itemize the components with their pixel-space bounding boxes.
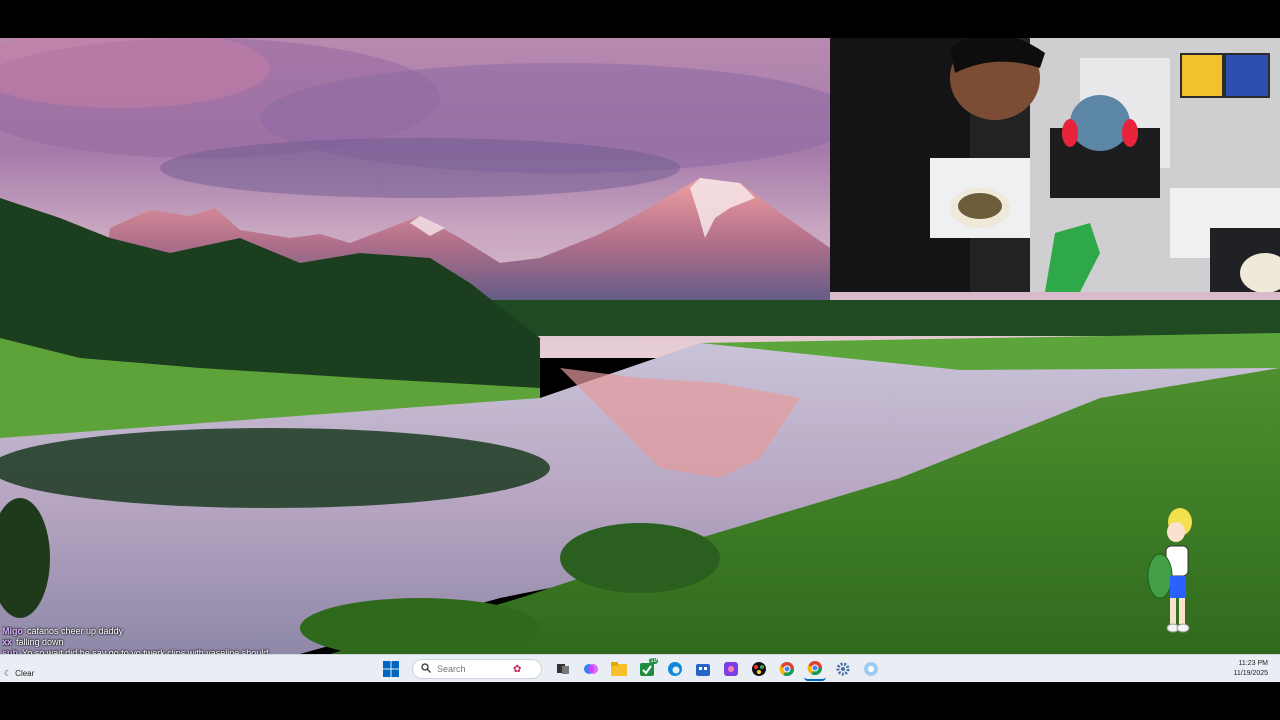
chat-text: falling down bbox=[16, 637, 64, 647]
chat-message: Migo cafanos cheer up daddy bbox=[2, 626, 422, 637]
game-icon[interactable] bbox=[748, 658, 770, 680]
letterbox-bottom bbox=[0, 682, 1280, 720]
weather-widget[interactable]: ☾ Clear bbox=[4, 669, 34, 678]
chrome-icon[interactable] bbox=[776, 658, 798, 680]
search-input[interactable] bbox=[437, 664, 507, 674]
desktop-mascot-sticker bbox=[1146, 506, 1196, 634]
taskbar-pinned-apps: ✿ 19 bbox=[380, 655, 882, 683]
calendar-badge-count: 19 bbox=[649, 658, 658, 664]
clock-time: 11:23 PM bbox=[1238, 660, 1268, 667]
calendar-badge-icon[interactable]: 19 bbox=[636, 658, 658, 680]
webcam-overlay bbox=[830, 38, 1280, 292]
chat-username: xx bbox=[2, 637, 13, 647]
weather-label: Clear bbox=[15, 669, 35, 678]
widgets-icon: ✿ bbox=[513, 663, 522, 675]
windows-taskbar: ☾ Clear ✿ 19 bbox=[0, 654, 1280, 682]
photos-icon[interactable] bbox=[720, 658, 742, 680]
search-icon bbox=[421, 663, 431, 675]
chrome-alt-icon[interactable] bbox=[804, 657, 826, 681]
webcam-scene bbox=[830, 38, 1280, 292]
system-clock[interactable]: 11:23 PM 11/19/2025 bbox=[1233, 659, 1268, 679]
chat-message: xx falling down bbox=[2, 637, 422, 648]
moon-icon: ☾ bbox=[4, 669, 12, 678]
task-view-icon[interactable] bbox=[552, 658, 574, 680]
chat-text: cafanos cheer up daddy bbox=[27, 626, 124, 636]
clock-date: 11/19/2025 bbox=[1233, 670, 1268, 677]
copilot-icon[interactable] bbox=[580, 658, 602, 680]
letterbox-top bbox=[0, 0, 1280, 38]
taskbar-search-box[interactable]: ✿ bbox=[412, 659, 542, 679]
edge-icon[interactable] bbox=[664, 658, 686, 680]
file-explorer-icon[interactable] bbox=[608, 658, 630, 680]
browser-icon[interactable] bbox=[860, 658, 882, 680]
windows-start-icon[interactable] bbox=[380, 658, 402, 680]
settings-gear-icon[interactable] bbox=[832, 658, 854, 680]
store-icon[interactable] bbox=[692, 658, 714, 680]
chat-username: Migo bbox=[2, 626, 23, 636]
